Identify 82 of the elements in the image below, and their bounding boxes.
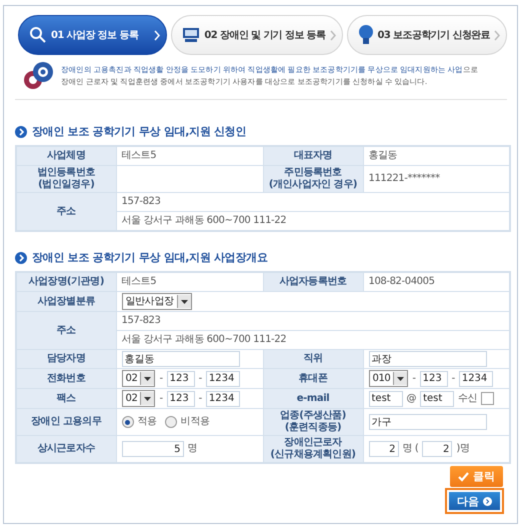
field-text: - xyxy=(452,372,455,384)
monitor-icon xyxy=(182,27,200,43)
dropdown[interactable]: 02 xyxy=(122,390,156,407)
input-field[interactable]: 1234 xyxy=(206,390,240,406)
caret-icon xyxy=(144,396,152,400)
field-text: 명 ( xyxy=(402,443,418,455)
check-icon xyxy=(458,472,469,482)
gears-icon xyxy=(21,60,55,92)
radio-option[interactable]: 적용 xyxy=(122,416,157,428)
dropdown[interactable]: 일반사업장 xyxy=(122,293,192,310)
field-text: - xyxy=(198,372,202,384)
step-tab[interactable]: 02 장애인 및 기기 정보 등록 xyxy=(171,15,342,55)
field-text: - xyxy=(159,392,163,404)
field-text: 111221-******* xyxy=(368,173,440,185)
field-text: 108-82-04005 xyxy=(368,276,435,288)
field-text: 명 xyxy=(188,443,198,455)
field-label: 법인등록번호 (법인일경우) xyxy=(16,166,116,192)
step-tab[interactable]: 01 사업장 정보 등록 xyxy=(18,15,168,55)
field-label: 사업체명 xyxy=(16,146,116,166)
field-label: 전화번호 xyxy=(16,368,116,388)
field-text: - xyxy=(412,372,416,384)
caret-icon xyxy=(144,376,152,380)
input-field[interactable]: 과장 xyxy=(368,351,486,367)
chevron-icon xyxy=(330,30,336,40)
caret-icon xyxy=(180,300,188,304)
step-tab[interactable]: 03 보조공학기기 신청완료 xyxy=(346,15,507,55)
field-text: )명 xyxy=(456,443,470,455)
click-callout: 클릭 xyxy=(450,466,503,487)
input-field[interactable]: test xyxy=(420,390,454,406)
chevron-icon xyxy=(494,30,500,40)
field-label: 직위 xyxy=(263,350,363,368)
field-label: 주민등록번호 (개인사업자인 경우) xyxy=(263,166,363,192)
dropdown[interactable]: 010 xyxy=(368,370,408,387)
input-field[interactable]: 5 xyxy=(122,441,184,457)
address-text: 서울 강서구 과해동 600~700 111-22 xyxy=(122,334,286,345)
section-title: 장애인 보조 공학기기 무상 임대,지원 신청인 xyxy=(32,124,246,139)
field-label: 휴대폰 xyxy=(263,368,363,388)
field-text: 테스트5 xyxy=(122,150,156,162)
radio-option[interactable]: 비적용 xyxy=(164,416,210,428)
field-label: 사업자등록번호 xyxy=(263,272,363,292)
field-text: - xyxy=(198,392,202,404)
field-text: 테스트5 xyxy=(122,276,156,288)
input-field[interactable]: 1234 xyxy=(206,370,240,386)
field-label: 주소 xyxy=(16,312,116,350)
caret-icon xyxy=(397,376,404,380)
field-text: - xyxy=(159,372,163,384)
field-label: 장애인 고용의무 xyxy=(16,408,116,436)
bullet-icon xyxy=(15,252,27,264)
field-label: 대표자명 xyxy=(263,146,363,166)
field-text: 홍길동 xyxy=(368,150,398,162)
search-icon xyxy=(29,26,47,44)
input-field[interactable]: 123 xyxy=(166,390,195,406)
section-title: 장애인 보조 공학기기 무상 임대,지원 사업장개요 xyxy=(32,250,268,265)
field-text: @ xyxy=(406,392,416,404)
field-label: 사업장별분류 xyxy=(16,292,116,312)
arrow-circle-icon xyxy=(483,496,492,506)
address-text: 157-823 xyxy=(122,196,160,207)
field-label: 상시근로자수 xyxy=(16,436,116,463)
field-label: 업종(주생산품) (훈련직종등) xyxy=(263,408,363,436)
input-field[interactable]: 홍길동 xyxy=(122,351,240,367)
input-field[interactable]: 1234 xyxy=(458,370,493,386)
input-field[interactable]: test xyxy=(368,390,402,406)
checkbox[interactable] xyxy=(481,392,494,405)
address-text: 157-823 xyxy=(122,315,160,326)
field-label: 주소 xyxy=(16,192,116,231)
lightbulb-icon xyxy=(358,25,374,45)
field-label: e-mail xyxy=(263,388,363,408)
field-text: 수신 xyxy=(458,392,478,404)
bullet-icon xyxy=(15,126,27,138)
input-field[interactable]: 가구 xyxy=(368,414,486,430)
input-field[interactable]: 123 xyxy=(166,370,195,386)
field-label: 사업장명(기관명) xyxy=(16,272,116,292)
input-field[interactable]: 123 xyxy=(420,370,448,386)
chevron-icon xyxy=(154,30,160,40)
field-label: 담당자명 xyxy=(16,350,116,368)
address-text: 서울 강서구 과해동 600~700 111-22 xyxy=(122,215,286,226)
input-field[interactable]: 2 xyxy=(368,441,398,457)
next-button[interactable]: 다음 xyxy=(449,492,500,510)
field-label: 장애인근로자 (신규채용계획인원) xyxy=(263,436,363,463)
input-field[interactable]: 2 xyxy=(422,441,452,457)
dropdown[interactable]: 02 xyxy=(122,370,156,387)
field-label: 팩스 xyxy=(16,388,116,408)
